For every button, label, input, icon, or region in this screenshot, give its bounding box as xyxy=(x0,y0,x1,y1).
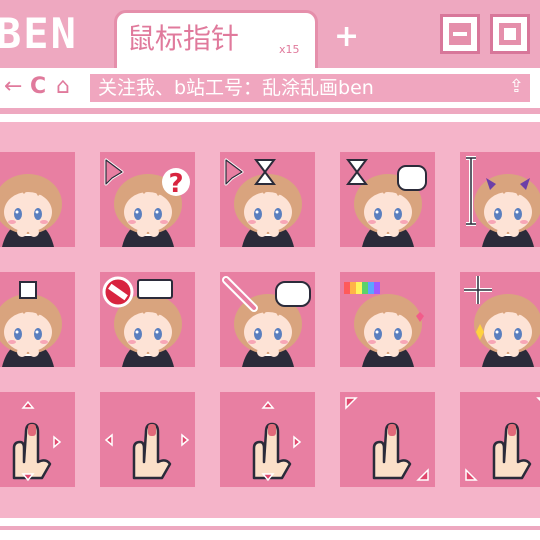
tab-mouse-pointer[interactable]: 鼠标指针 x15 xyxy=(114,10,318,68)
cursor-diagonal-resize-1-icon xyxy=(345,397,429,481)
tab-title: 鼠标指针 xyxy=(127,22,240,55)
cursor-normal-select-tile[interactable] xyxy=(0,152,75,247)
cursor-help-select-tile[interactable]: ? xyxy=(100,152,195,247)
cursor-horizontal-resize-tile[interactable] xyxy=(100,392,195,487)
cursor-working-in-background-icon xyxy=(224,158,302,247)
cursor-working-in-background-tile[interactable] xyxy=(220,152,315,247)
maximize-button[interactable] xyxy=(490,14,530,54)
cursor-busy-tile[interactable] xyxy=(340,152,435,247)
cursor-vertical-resize-icon xyxy=(12,400,62,482)
cursor-pen-tile[interactable] xyxy=(220,272,315,367)
title-bar: BEN 鼠标指针 x15 + xyxy=(0,0,540,68)
cursor-move-tile[interactable] xyxy=(220,392,315,487)
bottom-strip xyxy=(0,518,540,540)
address-text: 关注我、b站工号：乱涂乱画ben xyxy=(98,77,374,99)
minimize-icon xyxy=(449,23,471,45)
brand-logo: BEN xyxy=(0,9,78,58)
cursor-diagonal-resize-1-tile[interactable] xyxy=(340,392,435,487)
cursor-precision-select-tile[interactable] xyxy=(460,272,540,367)
reload-icon[interactable]: C xyxy=(30,74,46,100)
cursor-busy-icon xyxy=(346,159,427,247)
toolbar-divider xyxy=(0,108,540,114)
cursor-help-select-icon: ? xyxy=(104,158,190,247)
cursor-move-icon xyxy=(252,400,302,482)
toolbar: ← C ⌂ 关注我、b站工号：乱涂乱画ben ⇪ xyxy=(0,68,540,108)
cursor-link-select-icon xyxy=(344,282,424,367)
minimize-button[interactable] xyxy=(440,14,480,54)
share-icon[interactable]: ⇪ xyxy=(509,76,524,97)
new-tab-button[interactable]: + xyxy=(334,22,359,52)
svg-text:?: ? xyxy=(168,169,183,199)
back-icon[interactable]: ← xyxy=(4,74,22,100)
cursor-text-select-icon xyxy=(466,156,540,247)
cursor-diagonal-resize-2-icon xyxy=(465,397,540,481)
cursor-pen-icon xyxy=(222,276,311,367)
tab-count-badge: x15 xyxy=(279,43,300,56)
cursor-unavailable-tile[interactable] xyxy=(100,272,195,367)
cursor-vertical-resize-tile[interactable] xyxy=(0,392,75,487)
address-bar[interactable]: 关注我、b站工号：乱涂乱画ben ⇪ xyxy=(90,74,530,102)
cursor-text-select-tile[interactable] xyxy=(460,152,540,247)
cursor-normal-select-icon xyxy=(0,174,62,247)
cursor-precision-select-icon xyxy=(464,276,540,367)
maximize-icon xyxy=(499,23,521,45)
cursor-handwriting-icon xyxy=(0,281,62,367)
cursor-grid: ? xyxy=(0,122,540,518)
cursor-diagonal-resize-2-tile[interactable] xyxy=(460,392,540,487)
cursor-horizontal-resize-icon xyxy=(104,422,190,480)
cursor-handwriting-tile[interactable] xyxy=(0,272,75,367)
cursor-unavailable-icon xyxy=(102,276,182,367)
home-icon[interactable]: ⌂ xyxy=(56,74,70,100)
cursor-link-select-tile[interactable] xyxy=(340,272,435,367)
